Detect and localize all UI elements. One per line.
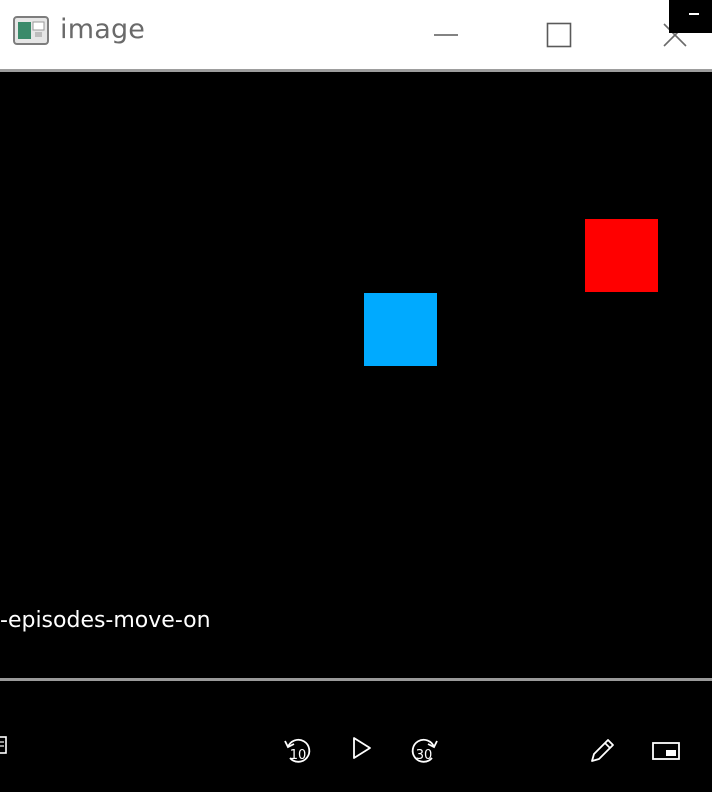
forward-button[interactable]: 30	[406, 733, 442, 769]
game-canvas	[0, 72, 712, 678]
minimize-button[interactable]	[418, 0, 474, 69]
target-square	[585, 219, 658, 292]
edit-button[interactable]	[586, 735, 618, 767]
overlay-minimize-glyph	[689, 13, 699, 15]
window-app-icon	[13, 16, 49, 45]
rewind-seconds-label: 10	[289, 748, 307, 763]
playlist-icon	[0, 736, 7, 754]
play-button[interactable]	[346, 733, 376, 763]
window-titlebar[interactable]: image	[0, 0, 712, 69]
agent-square	[364, 293, 437, 366]
mini-view-icon	[652, 742, 680, 760]
forward-seconds-label: 30	[415, 748, 433, 763]
window-title: image	[60, 14, 146, 45]
maximize-button[interactable]	[531, 0, 587, 69]
playlist-button[interactable]	[0, 733, 8, 757]
mini-view-button[interactable]	[650, 739, 682, 763]
play-icon	[353, 737, 371, 759]
minimize-icon	[434, 33, 458, 36]
video-caption: -episodes-move-on	[0, 608, 211, 633]
rewind-button[interactable]: 10	[280, 733, 316, 769]
overlay-corner	[669, 0, 712, 33]
player-controls: 10 30	[0, 681, 712, 792]
pencil-icon	[591, 739, 614, 762]
maximize-icon	[546, 22, 572, 47]
